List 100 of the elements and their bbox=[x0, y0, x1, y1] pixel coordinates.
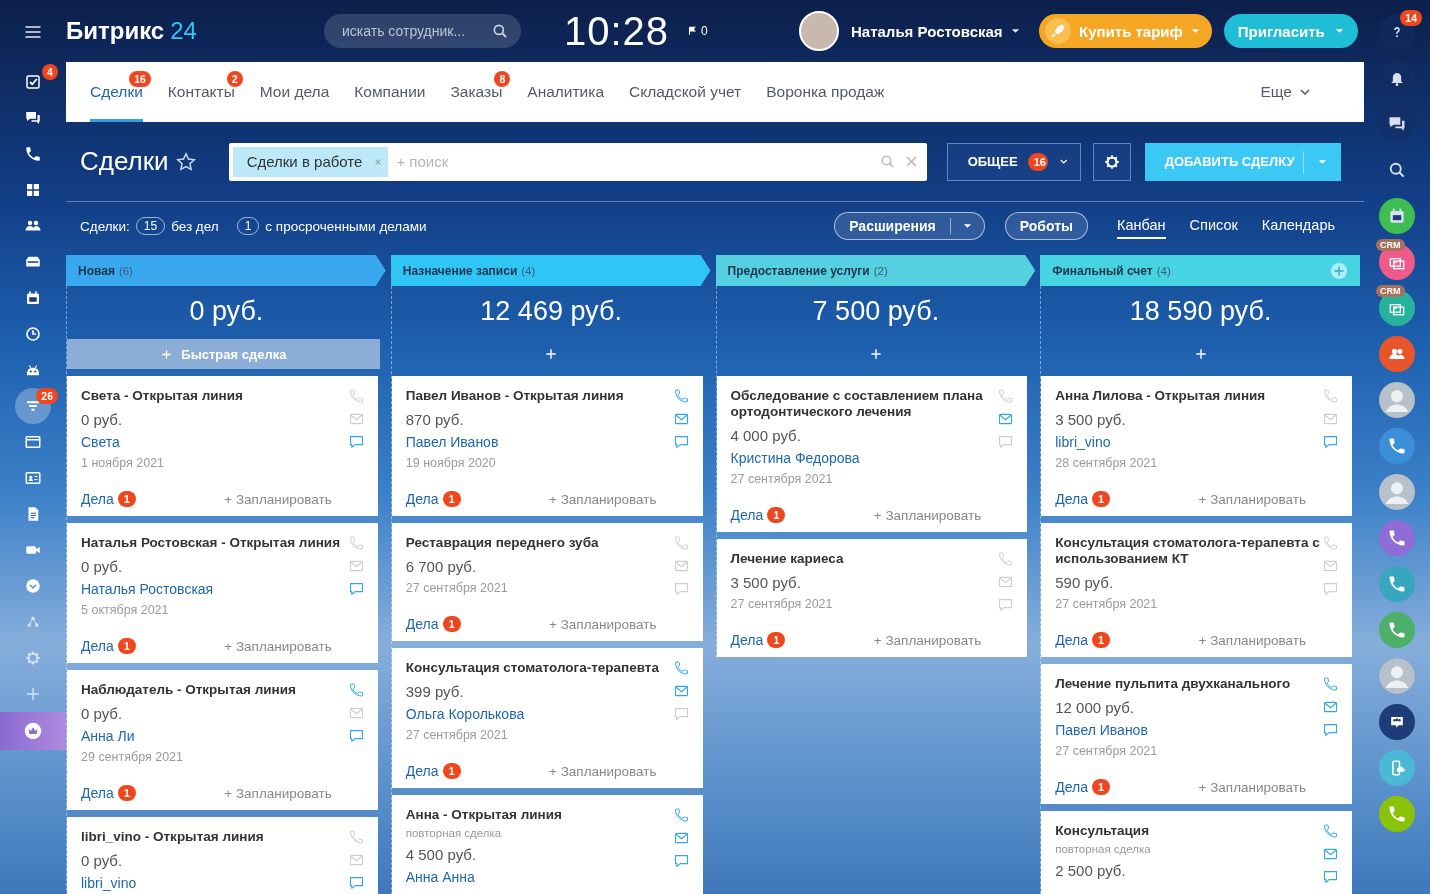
deal-card[interactable]: Обследование с составлением плана ортодонтического лечения 4 000 руб. Кристина Федорова 27 сентября 2021 Дела 1 + Запланировать bbox=[716, 376, 1028, 532]
deal-card[interactable]: Наблюдатель - Открытая линия 0 руб. Анна Ли 29 сентября 2021 Дела 1 + Запланировать bbox=[67, 670, 378, 810]
phone-icon[interactable] bbox=[1379, 566, 1415, 602]
schedule-link[interactable]: + Запланировать bbox=[224, 638, 332, 654]
deal-card[interactable]: Света - Открытая линия 0 руб. Света 1 ноября 2021 Дела 1 + Запланировать bbox=[67, 376, 378, 516]
schedule-link[interactable]: + Запланировать bbox=[1198, 779, 1306, 795]
calendar-icon[interactable] bbox=[1379, 198, 1415, 234]
contact-link[interactable]: Анна Анна bbox=[405, 868, 673, 886]
phone-icon[interactable] bbox=[1379, 796, 1415, 832]
contact-link[interactable]: libri_vino bbox=[81, 874, 348, 892]
phone-icon[interactable] bbox=[1322, 676, 1339, 692]
column-header[interactable]: Финальный счет (4) bbox=[1040, 255, 1360, 286]
contact-link[interactable]: Павел Иванов bbox=[1055, 721, 1322, 739]
contact-link[interactable]: Кристина Федорова bbox=[730, 449, 998, 467]
deal-card[interactable]: Консультация повторная сделка 2 500 руб. bbox=[1041, 811, 1352, 894]
phone-icon[interactable] bbox=[672, 807, 690, 823]
view-tab[interactable]: Канбан bbox=[1117, 213, 1166, 239]
stats-label[interactable]: с просроченными делами bbox=[265, 218, 427, 234]
settings-button[interactable] bbox=[1092, 142, 1131, 181]
deal-title[interactable]: Реставрация переднего зуба bbox=[405, 533, 673, 551]
deal-card[interactable]: Реставрация переднего зуба 6 700 руб. 27 сентября 2021 Дела 1 + Запланировать bbox=[391, 523, 703, 641]
activities-link[interactable]: Дела bbox=[405, 763, 439, 779]
activities-link[interactable]: Дела bbox=[1055, 491, 1088, 507]
phone-icon[interactable] bbox=[672, 388, 690, 404]
deal-card[interactable]: Анна - Открытая линия повторная сделка 4 500 руб. Анна Анна bbox=[391, 795, 703, 894]
contact-link[interactable]: Павел Иванов bbox=[405, 433, 673, 451]
close-icon[interactable] bbox=[905, 156, 917, 167]
deal-card[interactable]: Консультация стоматолога-терапевта 399 руб. Ольга Королькова 27 сентября 2021 Дела 1 + Запланировать bbox=[391, 648, 703, 788]
schedule-link[interactable]: + Запланировать bbox=[549, 616, 657, 632]
tab[interactable]: Складской учет bbox=[629, 62, 742, 122]
column-header[interactable]: Новая (6) bbox=[66, 255, 386, 286]
activities-link[interactable]: Дела bbox=[730, 507, 764, 523]
mail-icon[interactable] bbox=[347, 411, 365, 427]
phone-icon[interactable] bbox=[347, 682, 365, 698]
schedule-link[interactable]: + Запланировать bbox=[224, 491, 332, 507]
mail-icon[interactable] bbox=[672, 830, 690, 846]
column-header[interactable]: Предоставление услуги (2) bbox=[715, 255, 1036, 286]
mail-icon[interactable] bbox=[347, 558, 365, 574]
mail-icon[interactable] bbox=[1322, 411, 1339, 427]
mail-icon[interactable] bbox=[672, 411, 690, 427]
more-tab[interactable]: Еще bbox=[1260, 62, 1340, 122]
deal-card[interactable]: Наталья Ростовская - Открытая линия 0 руб. Наталья Ростовская 5 октября 2021 Дела 1 + Запланировать bbox=[67, 523, 378, 663]
search-icon[interactable] bbox=[491, 22, 509, 40]
deal-card[interactable]: Лечение пульпита двухканального 12 000 руб. Павел Иванов 27 сентября 2021 Дела 1 + Запланировать bbox=[1041, 664, 1352, 804]
schedule-link[interactable]: + Запланировать bbox=[1198, 632, 1306, 648]
mail-icon[interactable] bbox=[347, 705, 365, 721]
deal-title[interactable]: Консультация bbox=[1055, 821, 1322, 839]
contact-link[interactable]: Анна Ли bbox=[81, 727, 348, 745]
view-tab[interactable]: Календарь bbox=[1261, 213, 1335, 239]
robots-button[interactable]: Роботы bbox=[1004, 212, 1088, 240]
activities-link[interactable]: Дела bbox=[81, 638, 114, 654]
mail-icon[interactable] bbox=[1322, 846, 1339, 862]
deal-title[interactable]: Анна - Открытая линия bbox=[405, 805, 673, 823]
phone-icon[interactable] bbox=[1379, 520, 1415, 556]
chat-icon[interactable] bbox=[1379, 106, 1415, 142]
mail-icon[interactable] bbox=[1322, 699, 1339, 715]
tab[interactable]: Воронка продаж bbox=[766, 62, 885, 122]
phone-icon[interactable] bbox=[1379, 428, 1415, 464]
category-button[interactable]: ОБЩЕЕ 16 bbox=[946, 142, 1081, 181]
deal-title[interactable]: Наблюдатель - Открытая линия bbox=[81, 680, 348, 698]
mail-icon[interactable] bbox=[997, 574, 1015, 590]
contact-link[interactable]: Ольга Королькова bbox=[405, 705, 673, 723]
activities-link[interactable]: Дела bbox=[81, 491, 114, 507]
deal-card[interactable]: Лечение кариеса 3 500 руб. 27 сентября 2021 Дела 1 + Запланировать bbox=[716, 539, 1028, 657]
schedule-link[interactable]: + Запланировать bbox=[1198, 491, 1306, 507]
schedule-link[interactable]: + Запланировать bbox=[224, 785, 332, 801]
deal-title[interactable]: Павел Иванов - Открытая линия bbox=[405, 386, 673, 404]
activities-link[interactable]: Дела bbox=[1055, 632, 1088, 648]
deal-title[interactable]: Анна Лилова - Открытая линия bbox=[1055, 386, 1322, 404]
clock-time[interactable]: 10:28 bbox=[564, 8, 686, 54]
schedule-link[interactable]: + Запланировать bbox=[549, 763, 657, 779]
filter-search-field[interactable]: Сделки в работе + поиск bbox=[228, 142, 927, 181]
deal-title[interactable]: Наталья Ростовская - Открытая линия bbox=[81, 533, 348, 551]
schedule-link[interactable]: + Запланировать bbox=[549, 491, 657, 507]
user-menu[interactable]: Наталья Ростовская bbox=[847, 22, 1039, 40]
crm-card-icon[interactable] bbox=[1379, 290, 1415, 326]
filter-chip[interactable]: Сделки в работе bbox=[232, 146, 389, 177]
crm-card-icon[interactable] bbox=[1379, 244, 1415, 280]
deal-title[interactable]: Лечение пульпита двухканального bbox=[1055, 674, 1322, 692]
deal-card[interactable]: Павел Иванов - Открытая линия 870 руб. Павел Иванов 19 ноября 2020 Дела 1 + Запланировать bbox=[391, 376, 703, 516]
phone-icon[interactable] bbox=[672, 660, 690, 676]
contact-link[interactable]: Света bbox=[81, 433, 348, 451]
mail-icon[interactable] bbox=[1322, 558, 1339, 574]
add-column-icon[interactable] bbox=[1330, 261, 1348, 280]
activities-link[interactable]: Дела bbox=[81, 785, 114, 801]
activities-link[interactable]: Дела bbox=[405, 491, 439, 507]
plus-icon[interactable] bbox=[868, 347, 883, 361]
logo-text[interactable]: Битрикс bbox=[66, 17, 165, 45]
deal-title[interactable]: Обследование с составлением плана ортодонтического лечения bbox=[730, 386, 998, 420]
deal-title[interactable]: Консультация стоматолога-терапевта с использованием КТ bbox=[1055, 533, 1322, 567]
people-icon[interactable] bbox=[1379, 336, 1415, 372]
mail-icon[interactable] bbox=[997, 411, 1015, 427]
cloud-phone-icon[interactable] bbox=[1379, 750, 1415, 786]
deal-card[interactable]: Консультация стоматолога-терапевта с использованием КТ 590 руб. 27 сентября 2021 Дела 1 + Запланировать bbox=[1041, 523, 1352, 657]
deal-card[interactable]: Анна Лилова - Открытая линия 3 500 руб. libri_vino 28 сентября 2021 Дела 1 + Запланировать bbox=[1041, 376, 1352, 516]
activities-link[interactable]: Дела bbox=[730, 632, 764, 648]
activities-link[interactable]: Дела bbox=[1055, 779, 1088, 795]
activities-link[interactable]: Дела bbox=[405, 616, 439, 632]
deal-card[interactable]: libri_vino - Открытая линия 0 руб. libri_vino bbox=[67, 817, 378, 894]
contact-link[interactable]: libri_vino bbox=[1055, 433, 1322, 451]
